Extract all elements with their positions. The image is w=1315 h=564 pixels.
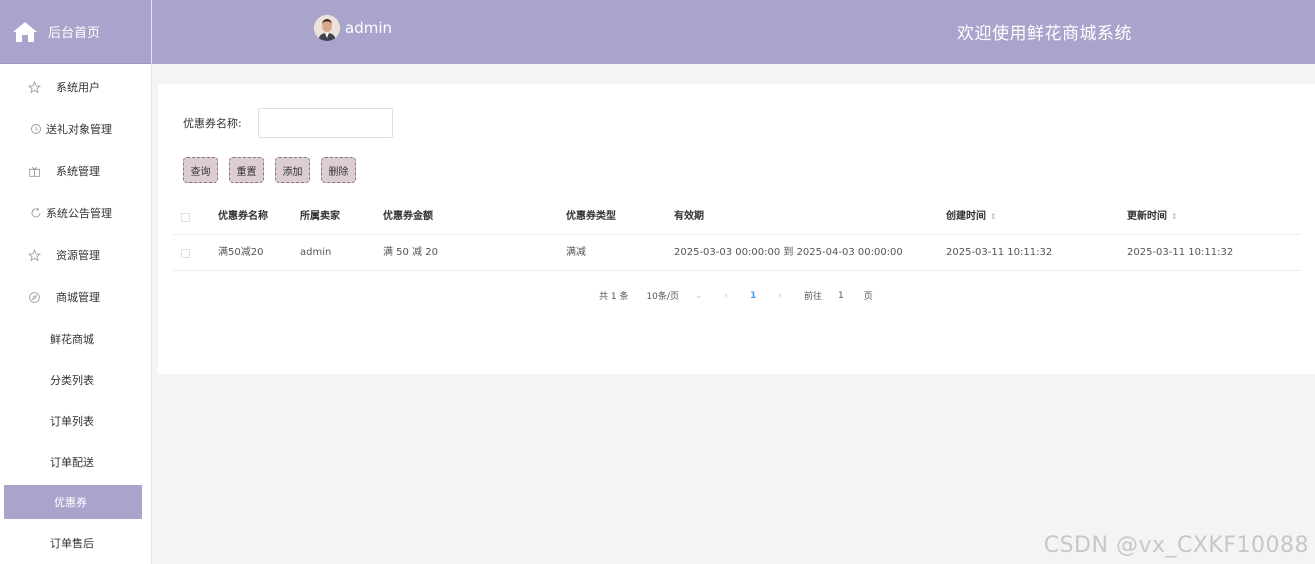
goto-label: 前往: [803, 292, 822, 302]
sidebar-item-label: 系统公告管理: [46, 207, 112, 220]
sidebar-subitem-label: 订单售后: [50, 536, 94, 550]
cell-amount: 满 50 减 20: [383, 247, 438, 258]
page-unit-label: 页: [863, 292, 873, 302]
coupon-panel: 优惠券名称: 查询 重置 添加 删除 优惠券名称 所属卖家 优惠券金额 优惠券类…: [158, 84, 1315, 374]
col-header-seller: 所属卖家: [300, 211, 340, 222]
add-button[interactable]: 添加: [275, 157, 310, 183]
watermark: CSDN @vx_CXKF10088: [1043, 533, 1309, 558]
col-header-coupon-name: 优惠券名称: [218, 211, 268, 222]
sidebar-subitem-orders[interactable]: 订单列表: [0, 400, 152, 441]
coupon-name-input[interactable]: [258, 108, 393, 138]
chevron-down-icon[interactable]: ⌄: [695, 291, 703, 301]
sidebar-subitem-label: 鲜花商城: [50, 332, 94, 346]
sidebar-menu: 系统用户 送礼对象管理 系统管理 系统公告管理 资源管理 商城管理 鲜花商城 分…: [0, 66, 152, 563]
sort-icon[interactable]: ⇕: [1171, 212, 1178, 221]
clock-icon: [28, 121, 44, 137]
sort-icon[interactable]: ⇕: [990, 212, 997, 221]
welcome-title: 欢迎使用鲜花商城系统: [957, 24, 1132, 44]
col-header-created[interactable]: 创建时间 ⇕: [946, 199, 997, 235]
sidebar-subitem-label: 优惠券: [54, 496, 87, 509]
sidebar-item-label: 系统管理: [56, 165, 100, 178]
sidebar-subitem-flower-mall[interactable]: 鲜花商城: [0, 318, 152, 359]
top-header: admin 欢迎使用鲜花商城系统: [152, 0, 1315, 64]
col-header-validity: 有效期: [674, 211, 704, 222]
sidebar-subitem-label: 分类列表: [50, 373, 94, 387]
cell-coupon-name: 满50减20: [218, 247, 264, 258]
pagination: 共 1 条 10条/页 ⌄ ‹ 1 › 前往 1 页: [599, 289, 879, 303]
cell-created: 2025-03-11 10:11:32: [946, 247, 1053, 258]
sidebar-subitem-categories[interactable]: 分类列表: [0, 359, 152, 400]
sidebar-item-label: 商城管理: [56, 291, 100, 304]
username: admin: [345, 19, 392, 37]
goto-page-input[interactable]: 1: [838, 291, 844, 301]
home-icon: [12, 19, 38, 45]
sidebar-item-label: 系统用户: [56, 81, 100, 94]
col-header-type: 优惠券类型: [566, 211, 616, 222]
cell-validity: 2025-03-03 00:00:00 到 2025-04-03 00:00:0…: [674, 247, 903, 258]
cell-type: 满减: [566, 247, 586, 258]
col-header-created-label: 创建时间: [946, 211, 986, 222]
page-size-select[interactable]: 10条/页: [646, 289, 679, 302]
table-row[interactable]: 满50减20 admin 满 50 减 20 满减 2025-03-03 00:…: [173, 235, 1301, 271]
compass-icon: [26, 289, 42, 305]
sidebar-item-label: 资源管理: [56, 249, 100, 262]
sidebar-item-system-users[interactable]: 系统用户: [0, 66, 152, 108]
row-checkbox[interactable]: [181, 249, 190, 258]
search-label: 优惠券名称:: [183, 117, 242, 130]
home-label: 后台首页: [48, 26, 101, 41]
refresh-icon: [28, 205, 44, 221]
current-page[interactable]: 1: [750, 291, 756, 301]
avatar: [314, 15, 340, 41]
user-info[interactable]: admin: [314, 15, 392, 41]
col-header-updated-label: 更新时间: [1127, 211, 1167, 222]
sidebar-subitem-order-delivery[interactable]: 订单配送: [0, 441, 152, 482]
sidebar-item-system-management[interactable]: 系统管理: [0, 150, 152, 192]
gift-box-icon: [26, 163, 42, 179]
star-outline-icon: [26, 79, 42, 95]
prev-page-icon[interactable]: ‹: [725, 291, 729, 301]
coupon-table: 优惠券名称 所属卖家 优惠券金额 优惠券类型 有效期 创建时间 ⇕ 更新时间 ⇕ 满…: [173, 199, 1301, 271]
cell-seller: admin: [300, 247, 332, 258]
sidebar-item-resources[interactable]: 资源管理: [0, 234, 152, 276]
sidebar-subitem-coupons[interactable]: 优惠券: [4, 485, 142, 519]
sidebar-home[interactable]: 后台首页: [0, 0, 151, 64]
delete-button[interactable]: 删除: [321, 157, 356, 183]
query-button[interactable]: 查询: [183, 157, 218, 183]
reset-button[interactable]: 重置: [229, 157, 264, 183]
select-all-checkbox[interactable]: [181, 213, 190, 222]
sidebar-item-gift-recipients[interactable]: 送礼对象管理: [0, 108, 152, 150]
toolbar: 查询 重置 添加 删除: [183, 157, 367, 183]
cell-updated: 2025-03-11 10:11:32: [1127, 247, 1234, 258]
sidebar-subitem-label: 订单配送: [50, 455, 94, 469]
table-header: 优惠券名称 所属卖家 优惠券金额 优惠券类型 有效期 创建时间 ⇕ 更新时间 ⇕: [173, 199, 1301, 235]
sidebar-item-announcements[interactable]: 系统公告管理: [0, 192, 152, 234]
col-header-updated[interactable]: 更新时间 ⇕: [1127, 199, 1178, 235]
sidebar: 后台首页 系统用户 送礼对象管理 系统管理 系统公告管理 资源管理 商城管理 鲜…: [0, 0, 152, 564]
next-page-icon[interactable]: ›: [778, 291, 782, 301]
sidebar-subitem-label: 订单列表: [50, 414, 94, 428]
sidebar-item-mall-management[interactable]: 商城管理: [0, 276, 152, 318]
pagination-total: 共 1 条: [599, 292, 629, 302]
sidebar-item-label: 送礼对象管理: [46, 123, 112, 136]
col-header-amount: 优惠券金额: [383, 211, 433, 222]
sidebar-subitem-after-sales[interactable]: 订单售后: [0, 522, 152, 563]
star-outline-icon: [26, 247, 42, 263]
